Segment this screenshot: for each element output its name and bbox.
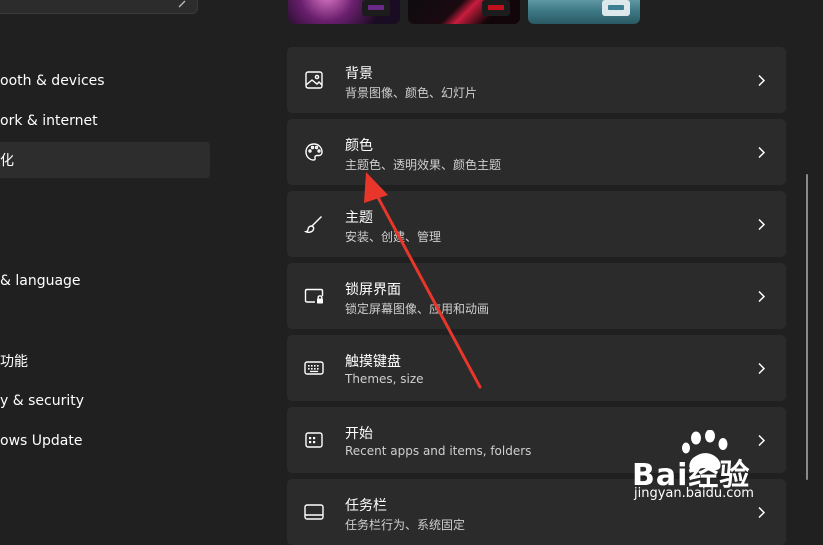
sidebar-item-label: y & security	[0, 393, 84, 409]
setting-themes[interactable]: 主题 安装、创建、管理	[287, 191, 786, 257]
accent-bar	[608, 5, 624, 10]
sidebar-item-label: ork & internet	[0, 113, 98, 129]
search-icon[interactable]	[177, 0, 189, 9]
theme-preview-3[interactable]	[528, 0, 640, 24]
setting-title: 任务栏	[345, 498, 387, 514]
palette-icon	[305, 143, 323, 161]
theme-preview-1[interactable]	[288, 0, 400, 24]
setting-lock-screen[interactable]: 锁屏界面 锁定屏幕图像、应用和动画	[287, 263, 786, 329]
setting-subtitle: 锁定屏幕图像、应用和动画	[345, 302, 490, 316]
chevron-right-icon	[758, 506, 766, 519]
setting-subtitle: Themes, size	[345, 372, 424, 386]
setting-title: 背景	[345, 66, 373, 82]
setting-title: 触摸键盘	[345, 354, 401, 370]
setting-title: 锁屏界面	[345, 282, 401, 298]
sidebar-item-time-language[interactable]: & language	[0, 263, 210, 299]
setting-title: 开始	[345, 426, 373, 442]
setting-subtitle: 任务栏行为、系统固定	[345, 518, 466, 532]
setting-touch-keyboard[interactable]: 触摸键盘 Themes, size	[287, 335, 786, 401]
taskbar-icon	[304, 504, 324, 520]
chevron-right-icon	[758, 146, 766, 159]
lock-screen-icon	[304, 288, 324, 304]
setting-subtitle: 安装、创建、管理	[345, 230, 442, 244]
sidebar-item-label: & language	[0, 273, 81, 289]
sidebar-item-network-internet[interactable]: ork & internet	[0, 103, 210, 139]
search-box[interactable]	[0, 0, 198, 14]
sidebar-item-bluetooth-devices[interactable]: ooth & devices	[0, 63, 210, 99]
image-icon	[305, 71, 323, 89]
setting-title: 颜色	[345, 138, 373, 154]
sidebar-item-personalization[interactable]: 化	[0, 142, 210, 178]
accent-bar	[488, 5, 504, 10]
theme-accent-swatch	[602, 0, 630, 16]
sidebar-item-accessibility[interactable]: 功能	[0, 343, 210, 379]
sidebar-item-privacy-security[interactable]: y & security	[0, 383, 210, 419]
chevron-right-icon	[758, 362, 766, 375]
chevron-right-icon	[758, 74, 766, 87]
sidebar-item-windows-update[interactable]: ows Update	[0, 423, 210, 459]
keyboard-icon	[304, 361, 324, 375]
theme-accent-swatch	[362, 0, 390, 16]
setting-colors[interactable]: 颜色 主题色、透明效果、颜色主题	[287, 119, 786, 185]
chevron-right-icon	[758, 218, 766, 231]
setting-title: 主题	[345, 210, 373, 226]
setting-subtitle: 主题色、透明效果、颜色主题	[345, 158, 502, 172]
start-icon	[305, 432, 323, 448]
setting-subtitle: Recent apps and items, folders	[345, 444, 532, 458]
scrollbar[interactable]	[806, 174, 808, 480]
theme-accent-swatch	[482, 0, 510, 16]
setting-subtitle: 背景图像、颜色、幻灯片	[345, 86, 478, 100]
setting-background[interactable]: 背景 背景图像、颜色、幻灯片	[287, 47, 786, 113]
theme-preview-2[interactable]	[408, 0, 520, 24]
brush-icon	[303, 216, 322, 233]
accent-bar	[368, 5, 384, 10]
sidebar-item-label: 功能	[0, 354, 28, 370]
watermark-site: jingyan.baidu.com	[634, 486, 754, 501]
sidebar-item-label: 化	[0, 153, 14, 169]
sidebar-item-label: ooth & devices	[0, 73, 105, 89]
chevron-right-icon	[758, 290, 766, 303]
baidu-watermark: Bai经验 jingyan.baidu.com	[630, 430, 790, 505]
sidebar-item-label: ows Update	[0, 433, 83, 449]
